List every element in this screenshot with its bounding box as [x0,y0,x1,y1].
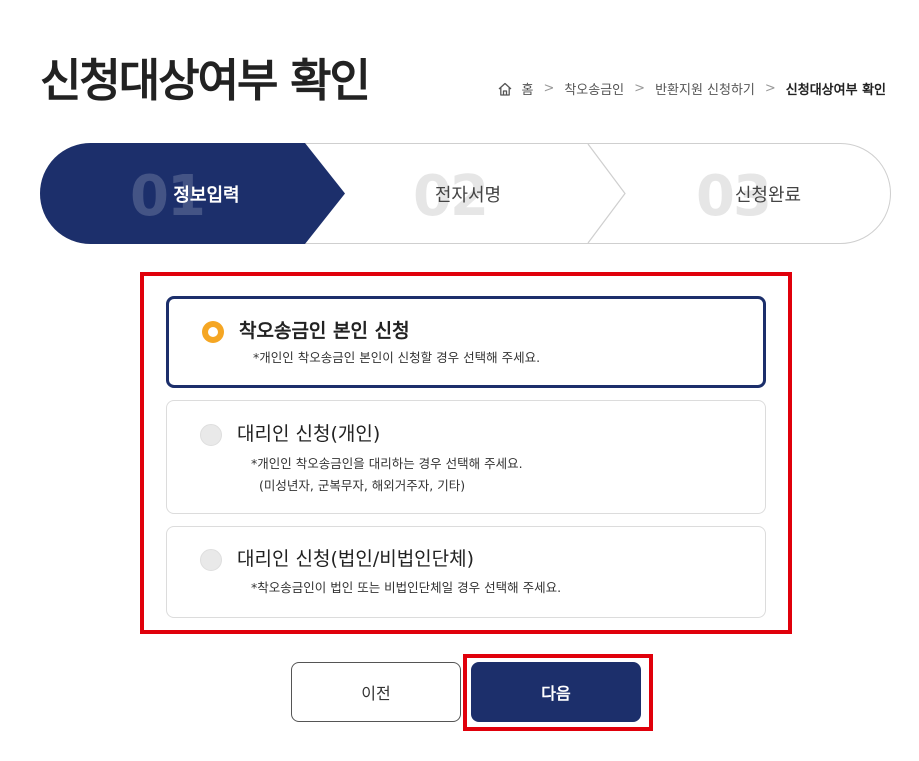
option-self[interactable]: 착오송금인 본인 신청 *개인인 착오송금인 본인이 신청할 경우 선택해 주세… [166,296,766,388]
step-3-label: 신청완료 [734,184,802,206]
step-3: 03 신청완료 [625,143,891,244]
home-icon[interactable] [497,81,513,97]
radio-unselected-icon[interactable] [200,424,222,446]
option-agent-corporate[interactable]: 대리인 신청(법인/비법인단체) *착오송금인이 법인 또는 비법인단체일 경우… [166,526,766,618]
option-agent-individual[interactable]: 대리인 신청(개인) *개인인 착오송금인을 대리하는 경우 선택해 주세요. … [166,400,766,514]
breadcrumb-item-sender[interactable]: 착오송금인 [564,79,624,98]
option-agent-individual-desc: *개인인 착오송금인을 대리하는 경우 선택해 주세요. [251,456,523,471]
option-self-title: 착오송금인 본인 신청 [239,320,410,342]
chevron-right-icon: > [764,81,776,96]
page-title: 신청대상여부 확인 [40,54,371,107]
breadcrumb-item-apply[interactable]: 반환지원 신청하기 [655,79,755,98]
option-agent-individual-desc-note: (미성년자, 군복무자, 해외거주자, 기타) [259,478,466,493]
step-1: 01 정보입력 [40,143,345,244]
step-2: 02 전자서명 [345,143,595,244]
breadcrumb: 홈 > 착오송금인 > 반환지원 신청하기 > 신청대상여부 확인 [497,79,886,98]
next-button[interactable]: 다음 [471,662,641,722]
chevron-right-icon: > [543,81,555,96]
chevron-right-icon: > [634,81,646,96]
radio-selected-icon[interactable] [202,321,224,343]
breadcrumb-home[interactable]: 홈 [521,79,533,98]
option-self-desc: *개인인 착오송금인 본인이 신청할 경우 선택해 주세요. [253,350,541,365]
breadcrumb-current: 신청대상여부 확인 [785,83,886,98]
option-agent-corporate-desc: *착오송금인이 법인 또는 비법인단체일 경우 선택해 주세요. [251,580,562,595]
step-progress: 01 정보입력 02 전자서명 03 신청완료 [40,143,891,244]
radio-unselected-icon[interactable] [200,549,222,571]
prev-button[interactable]: 이전 [291,662,461,722]
step-1-label: 정보입력 [173,184,240,206]
applicant-type-options: 착오송금인 본인 신청 *개인인 착오송금인 본인이 신청할 경우 선택해 주세… [140,272,792,634]
step-2-label: 전자서명 [434,184,502,206]
option-agent-individual-title: 대리인 신청(개인) [237,423,381,445]
option-agent-corporate-title: 대리인 신청(법인/비법인단체) [237,548,475,570]
